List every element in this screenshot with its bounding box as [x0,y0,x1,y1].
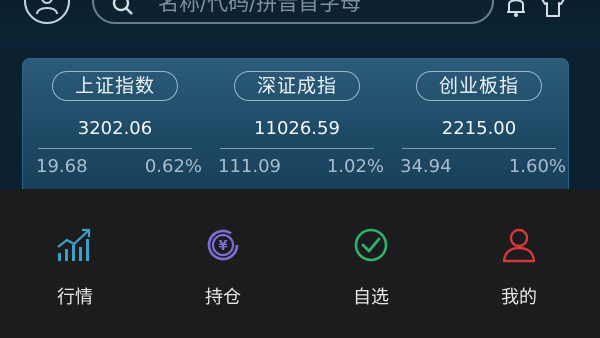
search-bar[interactable] [92,0,494,24]
shirt-icon[interactable] [540,0,566,18]
tab-holdings[interactable]: ¥ 持仓 [148,189,298,338]
check-circle-icon [354,228,388,262]
divider [402,148,556,149]
tab-me[interactable]: 我的 [444,189,594,338]
index-name: 深证成指 [233,71,361,101]
bottom-tab-bar: 行情 ¥ 持仓 自选 我的 [0,189,600,338]
index-name: 上证指数 [51,71,179,101]
profile-button[interactable] [24,0,70,24]
index-shenzhen[interactable]: 深证成指 11026.59 111.09 1.02% [206,58,388,208]
divider [220,148,374,149]
tab-market[interactable]: 行情 [0,189,150,338]
tab-label: 自选 [353,287,389,308]
market-indices-card: 上证指数 3202.06 19.68 0.62% 深证成指 11026.59 1… [22,58,569,208]
bell-icon[interactable] [504,0,528,18]
person-icon [36,0,58,14]
index-price: 2215.00 [441,118,517,139]
search-icon [112,0,133,15]
tab-label: 持仓 [205,287,241,308]
index-shanghai[interactable]: 上证指数 3202.06 19.68 0.62% [24,58,206,208]
index-name: 创业板指 [415,71,543,101]
index-price: 3202.06 [77,118,153,139]
svg-text:¥: ¥ [218,239,227,254]
tab-watchlist[interactable]: 自选 [296,189,446,338]
index-chinext[interactable]: 创业板指 2215.00 34.94 1.60% [388,58,569,208]
yuan-coin-icon: ¥ [207,229,239,261]
tab-label: 我的 [501,287,537,308]
index-change: 111.09 [218,156,281,177]
index-change: 34.94 [400,156,452,177]
index-percent: 1.60% [508,156,566,177]
user-icon [502,228,536,263]
divider [38,148,192,149]
index-price: 11026.59 [254,118,340,139]
index-change: 19.68 [36,156,88,177]
index-percent: 1.02% [326,156,384,177]
index-percent: 0.62% [144,156,202,177]
market-chart-icon [57,228,91,261]
tab-label: 行情 [57,287,93,308]
search-input[interactable] [156,0,480,20]
top-header [0,0,600,48]
